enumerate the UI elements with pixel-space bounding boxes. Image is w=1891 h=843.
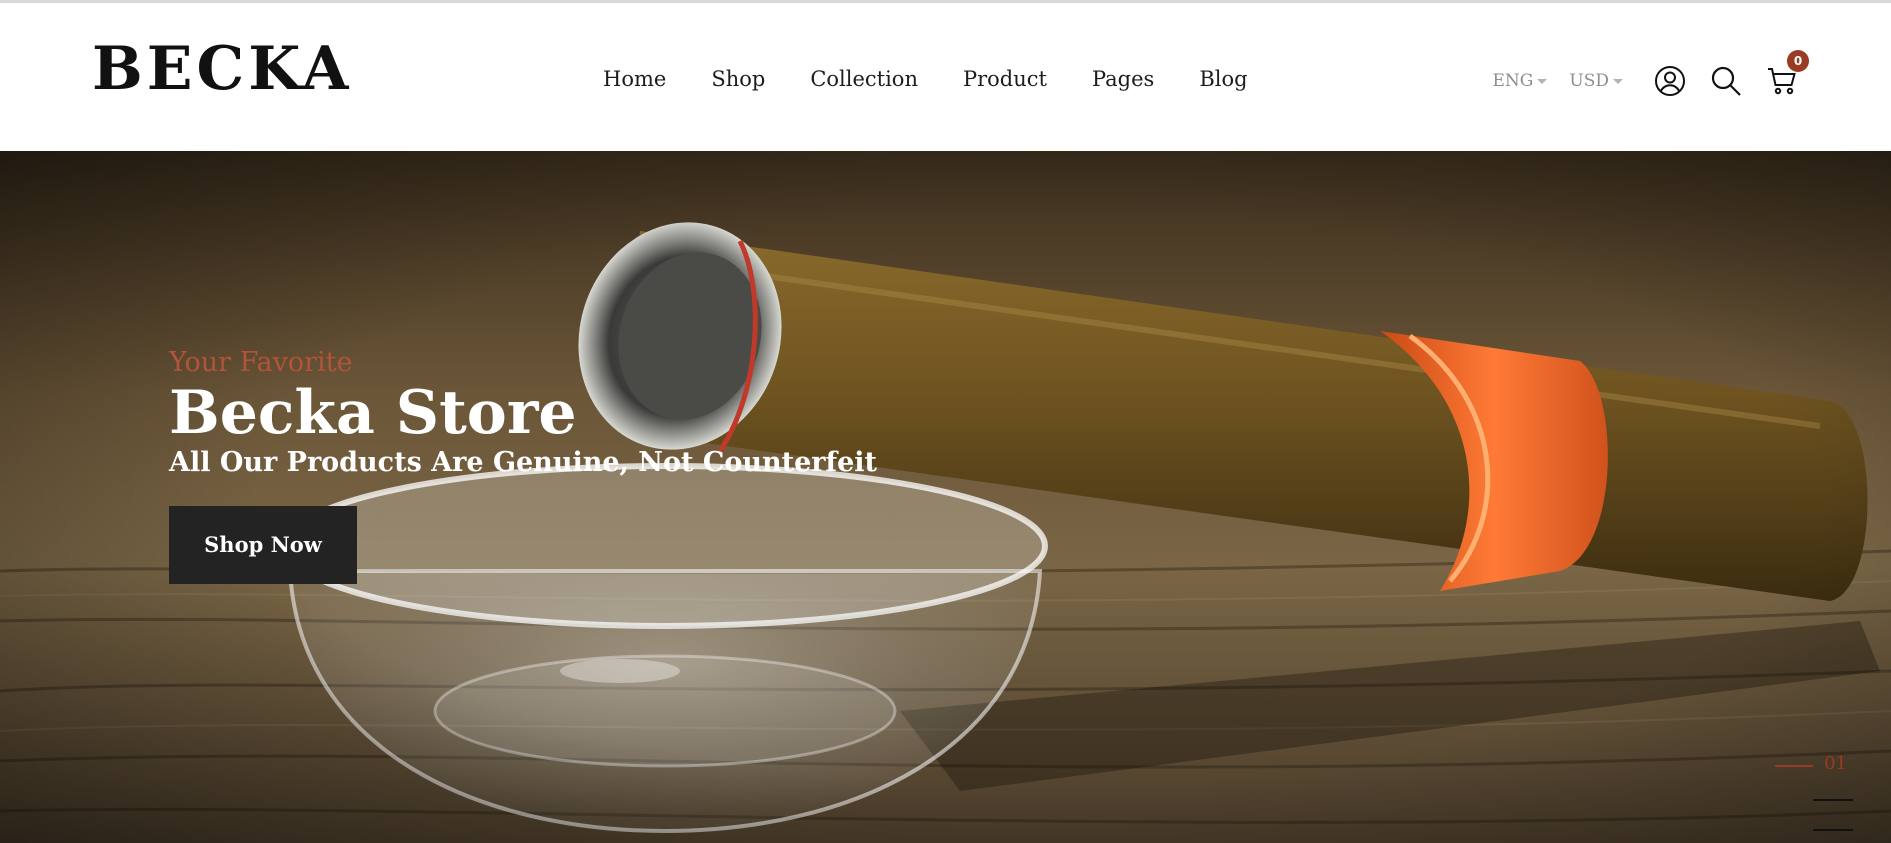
hero-banner: Your Favorite Becka Store All Our Produc…: [0, 151, 1891, 843]
slide-dot-2[interactable]: [1813, 799, 1853, 801]
slide-dot-3[interactable]: [1813, 829, 1853, 831]
cart-icon[interactable]: 0: [1765, 50, 1809, 98]
nav-item-blog[interactable]: Blog: [1199, 61, 1247, 97]
currency-selector[interactable]: USD: [1569, 71, 1623, 91]
cart-count-badge: 0: [1787, 50, 1809, 72]
account-icon[interactable]: [1653, 64, 1687, 98]
hero-subtitle: All Our Products Are Genuine, Not Counte…: [169, 447, 878, 479]
slide-indicator: 01: [1761, 753, 1871, 843]
slide-active-line: [1775, 765, 1813, 767]
currency-value: USD: [1569, 71, 1609, 91]
language-selector[interactable]: ENG: [1493, 71, 1548, 91]
search-icon[interactable]: [1709, 64, 1743, 98]
language-value: ENG: [1492, 71, 1534, 91]
header-tools: ENG USD 0: [1493, 50, 1809, 103]
hero-title: Becka Store: [169, 378, 577, 449]
language-caret-icon: [1537, 78, 1548, 84]
nav-item-pages[interactable]: Pages: [1092, 61, 1154, 97]
nav-item-home[interactable]: Home: [603, 61, 666, 97]
brand-logo[interactable]: BECKA: [92, 39, 352, 99]
nav-item-collection[interactable]: Collection: [810, 61, 918, 97]
nav-item-product[interactable]: Product: [963, 61, 1047, 97]
hero-text-block: Your Favorite Becka Store All Our Produc…: [169, 347, 877, 584]
currency-caret-icon: [1613, 78, 1623, 84]
main-nav: Home Shop Collection Product Pages Blog: [603, 61, 1293, 97]
site-header: BECKA Home Shop Collection Product Pages…: [0, 3, 1891, 151]
shop-now-button[interactable]: Shop Now: [169, 505, 357, 584]
hero-eyebrow: Your Favorite: [169, 347, 353, 378]
nav-item-shop[interactable]: Shop: [711, 61, 765, 97]
slide-number: 01: [1824, 753, 1847, 774]
